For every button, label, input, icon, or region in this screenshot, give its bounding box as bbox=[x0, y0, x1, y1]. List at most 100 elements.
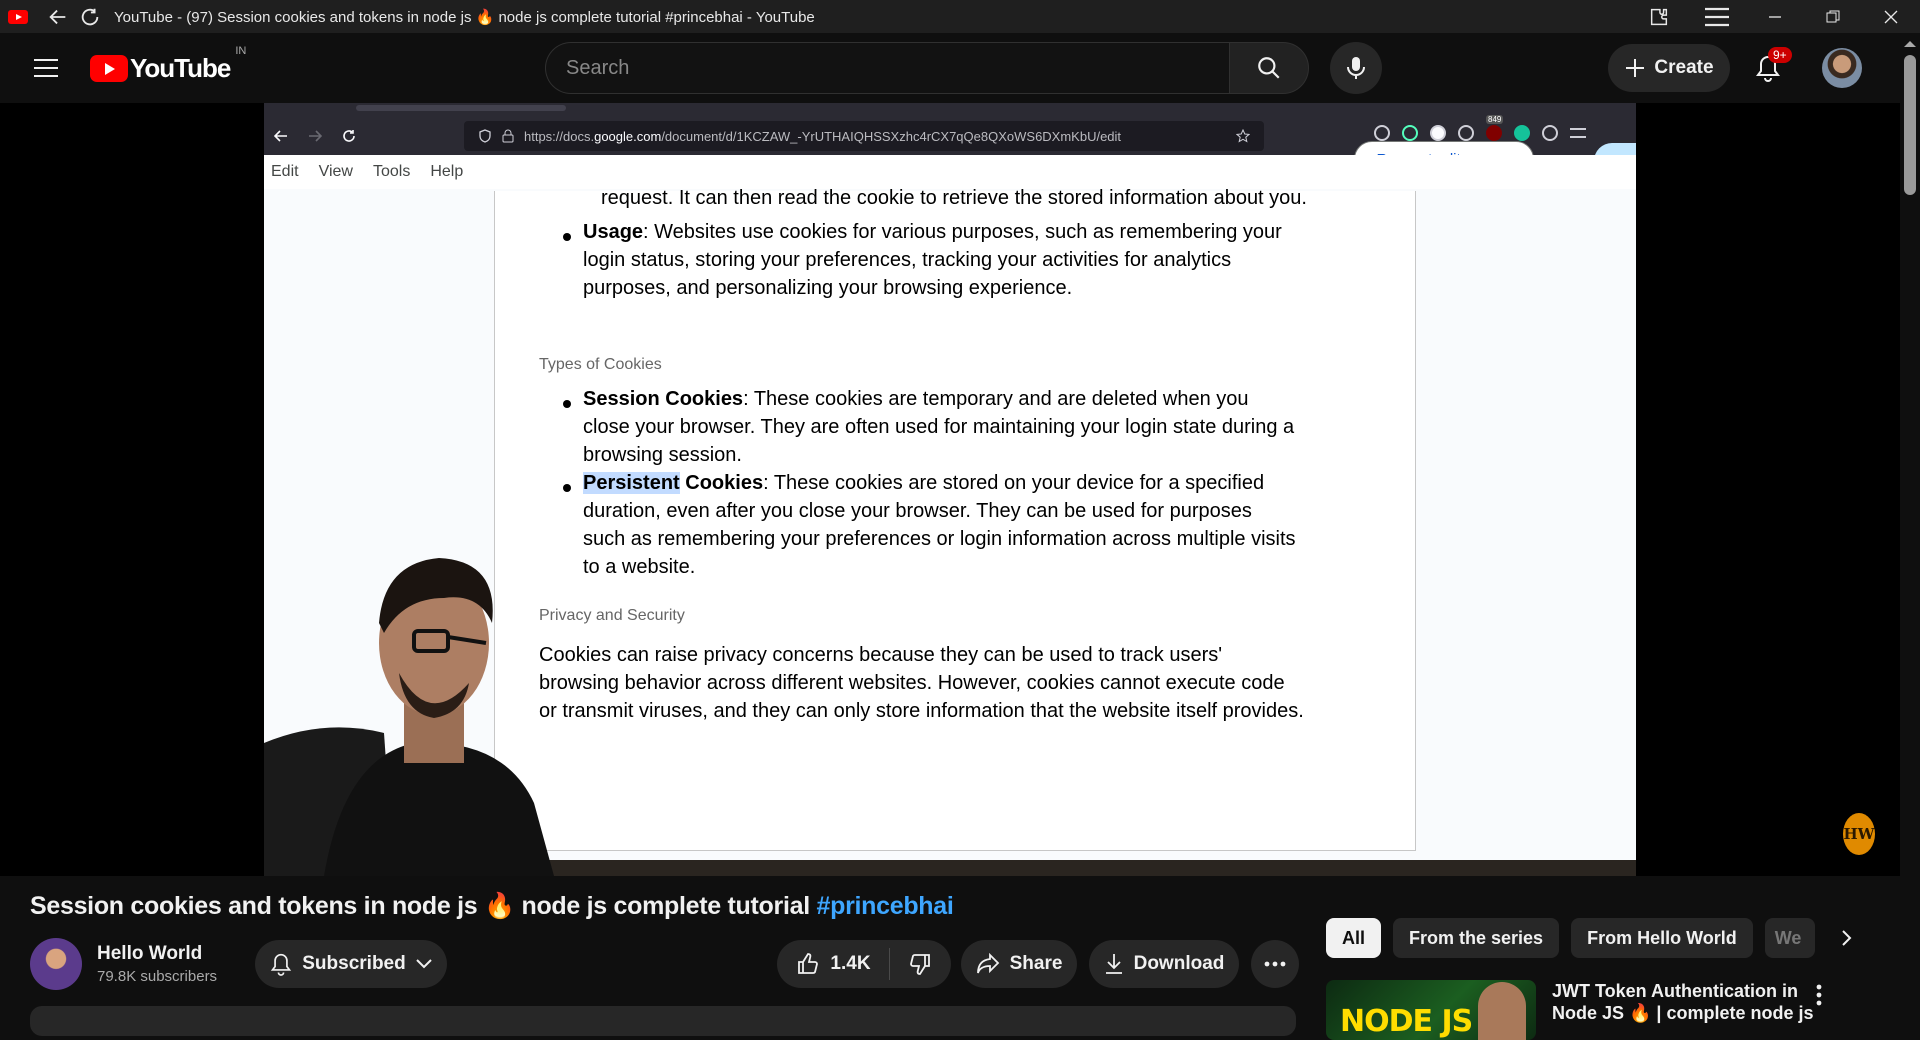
shield-icon bbox=[479, 129, 491, 143]
doc-privacy-line-2: browsing behavior across different websi… bbox=[539, 672, 1285, 694]
docs-menu-bar: Edit View Tools Help bbox=[264, 155, 1636, 189]
more-actions-button[interactable] bbox=[1251, 940, 1299, 988]
thumbnail-label: NODE JS bbox=[1340, 1004, 1473, 1039]
doc-usage-line-3: purposes, and personalizing your browsin… bbox=[583, 277, 1073, 299]
search-bar bbox=[545, 42, 1309, 94]
download-arrow-icon bbox=[1402, 125, 1418, 141]
ext-badge: 849 bbox=[1486, 115, 1504, 124]
search-button[interactable] bbox=[1229, 42, 1309, 94]
like-count[interactable]: 1.4K bbox=[830, 953, 870, 975]
search-input[interactable] bbox=[566, 56, 1229, 80]
pocket-icon bbox=[1374, 125, 1390, 141]
docs-page: request. It can then read the cookie to … bbox=[494, 187, 1416, 851]
voice-search-button[interactable] bbox=[1330, 42, 1382, 94]
download-button[interactable]: Download bbox=[1089, 940, 1239, 988]
country-code: IN bbox=[235, 44, 247, 57]
doc-privacy-line-3: or transmit viruses, and they can only s… bbox=[539, 700, 1304, 722]
doc-cut-line: request. It can then read the cookie to … bbox=[601, 187, 1307, 209]
download-label: Download bbox=[1133, 953, 1225, 974]
scrollbar-thumb[interactable] bbox=[1904, 55, 1916, 195]
description-box[interactable] bbox=[30, 1006, 1296, 1036]
channel-name[interactable]: Hello World bbox=[97, 943, 217, 965]
doc-usage-line-1: Usage: Websites use cookies for various … bbox=[583, 221, 1282, 243]
share-button[interactable]: Share bbox=[961, 940, 1077, 988]
like-icon[interactable] bbox=[796, 952, 820, 976]
inner-url-bar: https://docs.google.com/document/d/1KCZA… bbox=[464, 121, 1264, 151]
recommended-title[interactable]: JWT Token Authentication in Node JS 🔥 | … bbox=[1552, 980, 1822, 1040]
hashtag-link[interactable]: #princebhai bbox=[817, 892, 954, 920]
doc-persistent-line-3: such as remembering your preferences or … bbox=[583, 528, 1296, 550]
docs-menu-view: View bbox=[318, 163, 353, 180]
thumbnail-face bbox=[1478, 982, 1526, 1040]
chevron-down-icon bbox=[416, 959, 432, 969]
doc-persistent-line-4: to a website. bbox=[583, 556, 696, 578]
extensions-icon[interactable] bbox=[1630, 0, 1688, 33]
p-ext-icon bbox=[1430, 125, 1446, 141]
notifications-button[interactable]: 9+ bbox=[1748, 47, 1792, 88]
create-button[interactable]: Create bbox=[1608, 44, 1730, 92]
chip-from-channel[interactable]: From Hello World bbox=[1571, 918, 1753, 958]
restore-icon[interactable] bbox=[1804, 0, 1862, 33]
chip-all[interactable]: All bbox=[1326, 918, 1382, 958]
inner-menu-icon bbox=[1570, 128, 1586, 138]
window-title: YouTube - (97) Session cookies and token… bbox=[114, 8, 815, 26]
bell-icon bbox=[271, 953, 292, 976]
subscribed-button[interactable]: Subscribed bbox=[255, 940, 447, 988]
more-horizontal-icon bbox=[1264, 961, 1286, 967]
inner-active-tab bbox=[356, 105, 566, 111]
recommended-thumbnail[interactable]: NODE JS bbox=[1326, 980, 1536, 1040]
doc-session-line-1: Session Cookies: These cookies are tempo… bbox=[583, 388, 1249, 410]
youtube-logo[interactable]: YouTube IN bbox=[90, 45, 246, 84]
search-box[interactable] bbox=[545, 42, 1229, 94]
video-title: Session cookies and tokens in node js 🔥 … bbox=[30, 892, 954, 920]
share-icon bbox=[976, 953, 999, 974]
doc-privacy-line-1: Cookies can raise privacy concerns becau… bbox=[539, 644, 1223, 666]
subscriber-count: 79.8K subscribers bbox=[97, 968, 218, 985]
puzzle-icon bbox=[1542, 125, 1558, 141]
channel-avatar[interactable] bbox=[30, 938, 82, 990]
chip-next-button[interactable] bbox=[1827, 918, 1867, 958]
video-player[interactable]: https://docs.google.com/document/d/1KCZA… bbox=[0, 103, 1900, 876]
scroll-up-icon[interactable] bbox=[1904, 41, 1916, 47]
plus-icon bbox=[1626, 59, 1645, 77]
inner-reload-icon bbox=[332, 117, 366, 155]
page-scrollbar[interactable] bbox=[1900, 33, 1920, 1020]
docs-menu-edit: Edit bbox=[271, 163, 299, 180]
minimize-icon[interactable] bbox=[1746, 0, 1804, 33]
docs-menu-help: Help bbox=[430, 163, 464, 180]
globe-ext-icon bbox=[1458, 125, 1474, 141]
microphone-icon bbox=[1347, 57, 1365, 79]
doc-usage-line-2: login status, storing your preferences, … bbox=[583, 249, 1232, 271]
watermark-logo: HW bbox=[1843, 813, 1875, 855]
share-label: Share bbox=[1009, 953, 1063, 974]
docs-menu-tools: Tools bbox=[372, 163, 411, 180]
ublock-icon: 849 bbox=[1486, 115, 1504, 141]
doc-types-heading: Types of Cookies bbox=[539, 356, 662, 373]
chip-truncated[interactable]: We bbox=[1764, 918, 1815, 958]
grammarly-icon bbox=[1514, 125, 1530, 141]
bookmark-star-icon bbox=[1236, 129, 1250, 143]
reload-icon[interactable] bbox=[74, 0, 106, 33]
logo-wordmark: YouTube bbox=[130, 52, 231, 83]
lock-icon bbox=[502, 129, 514, 143]
youtube-masthead: YouTube IN Create 9+ bbox=[0, 33, 1920, 103]
inner-forward-icon bbox=[298, 117, 332, 155]
account-avatar[interactable] bbox=[1822, 48, 1862, 88]
recommended-more-icon[interactable] bbox=[1816, 984, 1822, 1006]
guide-menu-icon[interactable] bbox=[30, 52, 62, 84]
dislike-icon[interactable] bbox=[908, 952, 932, 976]
inner-extensions: 849 bbox=[1374, 115, 1586, 141]
presenter-webcam bbox=[264, 503, 564, 876]
subscribed-label: Subscribed bbox=[302, 953, 406, 974]
close-icon[interactable] bbox=[1862, 0, 1920, 33]
doc-session-line-3: browsing session. bbox=[583, 444, 742, 466]
notification-badge: 9+ bbox=[1768, 47, 1792, 63]
recommended-video[interactable]: NODE JS JWT Token Authentication in Node… bbox=[1326, 980, 1822, 1040]
search-icon bbox=[1258, 57, 1280, 79]
chip-from-series[interactable]: From the series bbox=[1393, 918, 1560, 958]
menu-icon[interactable] bbox=[1688, 0, 1746, 33]
doc-session-line-2: close your browser. They are often used … bbox=[583, 416, 1295, 438]
inner-url: https://docs.google.com/document/d/1KCZA… bbox=[524, 128, 1122, 144]
back-icon[interactable] bbox=[42, 0, 74, 33]
chevron-right-icon bbox=[1842, 930, 1852, 946]
